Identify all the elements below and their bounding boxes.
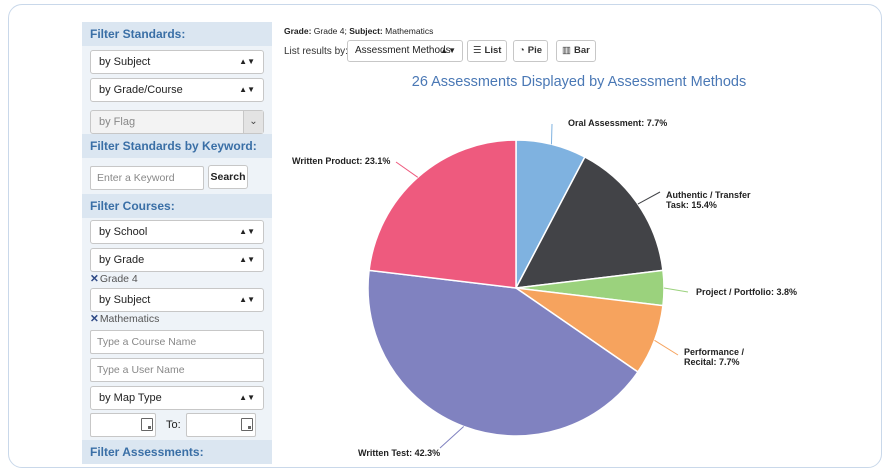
- subject-filter-tag: ✕Mathematics: [90, 312, 159, 326]
- pie-view-button[interactable]: ◔ Pie: [513, 40, 549, 62]
- subject-filter-tag-label: Mathematics: [99, 313, 160, 325]
- list-view-label: List: [484, 45, 502, 56]
- pie-data-label: Oral Assessment: 7.7%: [568, 118, 667, 128]
- list-view-button[interactable]: ☰ List: [467, 40, 508, 62]
- pie-data-label: Authentic / Transfer: [666, 190, 751, 200]
- date-to-label: To:: [166, 419, 181, 431]
- filter-standards-heading: Filter Standards:: [82, 22, 272, 46]
- course-name-input[interactable]: Type a Course Name: [90, 330, 264, 354]
- pie-label-connector: [654, 339, 679, 356]
- updown-arrows-icon: ▲▼: [239, 85, 255, 94]
- pie-data-label: Performance /: [684, 347, 745, 357]
- filter-assessments-heading: Filter Assessments:: [82, 440, 272, 464]
- bar-view-button[interactable]: ▥ Bar: [556, 40, 596, 62]
- date-from-input[interactable]: [90, 413, 156, 437]
- courses-subject-select[interactable]: by Subject ▲▼: [90, 288, 264, 312]
- pie-data-label: Written Product: 23.1%: [292, 156, 390, 166]
- filter-sidebar: Filter Standards: by Subject ▲▼ by Grade…: [82, 22, 272, 464]
- breadcrumb-grade-label: Grade:: [284, 26, 312, 36]
- courses-grade-value: by Grade: [99, 254, 145, 266]
- updown-arrows-icon: ▲▼: [239, 393, 255, 402]
- standards-grade-course-select[interactable]: by Grade/Course ▲▼: [90, 78, 264, 102]
- updown-arrows-icon: ▲▼: [239, 227, 255, 236]
- grade-filter-tag: ✕Grade 4: [90, 272, 138, 286]
- standards-subject-value: by Subject: [99, 56, 151, 68]
- remove-subject-filter-icon[interactable]: ✕: [90, 313, 99, 325]
- updown-arrows-icon: ▲▼: [440, 46, 456, 55]
- pie-data-label: Task: 15.4%: [666, 200, 717, 210]
- courses-school-select[interactable]: by School ▲▼: [90, 220, 264, 244]
- pie-slice-written-product[interactable]: [368, 139, 517, 289]
- pie-chart: Oral Assessment: 7.7% Authentic / Transfe…: [292, 118, 797, 458]
- updown-arrows-icon: ▲▼: [239, 255, 255, 264]
- standards-flag-select[interactable]: by Flag ⌄: [90, 110, 264, 134]
- pie-view-label: Pie: [527, 45, 543, 56]
- updown-arrows-icon: ▲▼: [239, 57, 255, 66]
- calendar-icon[interactable]: [241, 418, 253, 431]
- updown-arrows-icon: ▲▼: [239, 295, 255, 304]
- map-type-value: by Map Type: [99, 392, 162, 404]
- assessment-methods-value: Assessment Methods: [355, 45, 451, 56]
- assessment-methods-select[interactable]: Assessment Methods ▲▼: [347, 40, 463, 62]
- bar-view-label: Bar: [573, 45, 590, 56]
- pie-data-label: Written Test: 42.3%: [358, 448, 440, 458]
- keyword-input[interactable]: Enter a Keyword: [90, 166, 204, 190]
- remove-grade-filter-icon[interactable]: ✕: [90, 273, 99, 285]
- map-type-select[interactable]: by Map Type ▲▼: [90, 386, 264, 410]
- courses-school-value: by School: [99, 226, 148, 238]
- pie-label-connector: [663, 287, 689, 293]
- keyword-search-button[interactable]: Search: [208, 165, 248, 189]
- grade-filter-tag-label: Grade 4: [99, 273, 138, 285]
- standards-flag-value: by Flag: [99, 116, 136, 128]
- breadcrumb: Grade: Grade 4; Subject: Mathematics: [284, 26, 433, 36]
- courses-grade-select[interactable]: by Grade ▲▼: [90, 248, 264, 272]
- chevron-down-icon: ⌄: [243, 111, 263, 133]
- filter-courses-heading: Filter Courses:: [82, 194, 272, 218]
- standards-grade-course-value: by Grade/Course: [99, 84, 183, 96]
- list-results-label: List results by:: [284, 46, 348, 57]
- calendar-icon[interactable]: [141, 418, 153, 431]
- chart-title: 26 Assessments Displayed by Assessment M…: [411, 74, 747, 90]
- breadcrumb-grade-value: Grade 4;: [313, 26, 347, 36]
- pie-label-connector: [395, 161, 419, 178]
- list-icon: ☰: [473, 45, 482, 56]
- courses-subject-value: by Subject: [99, 294, 151, 306]
- pie-label-connector: [439, 426, 465, 449]
- pie-chart-icon: ◔: [519, 45, 525, 56]
- breadcrumb-subject-label: Subject:: [349, 26, 383, 36]
- bar-chart-icon: ▥: [562, 45, 571, 56]
- pie-label-connector: [637, 191, 661, 205]
- pie-label-connector: [550, 123, 553, 145]
- pie-data-label: Recital: 7.7%: [684, 357, 740, 367]
- date-to-input[interactable]: [186, 413, 256, 437]
- keyword-heading: Filter Standards by Keyword:: [82, 134, 272, 158]
- breadcrumb-subject-value: Mathematics: [385, 26, 434, 36]
- standards-subject-select[interactable]: by Subject ▲▼: [90, 50, 264, 74]
- pie-data-label: Project / Portfolio: 3.8%: [696, 287, 797, 297]
- user-name-input[interactable]: Type a User Name: [90, 358, 264, 382]
